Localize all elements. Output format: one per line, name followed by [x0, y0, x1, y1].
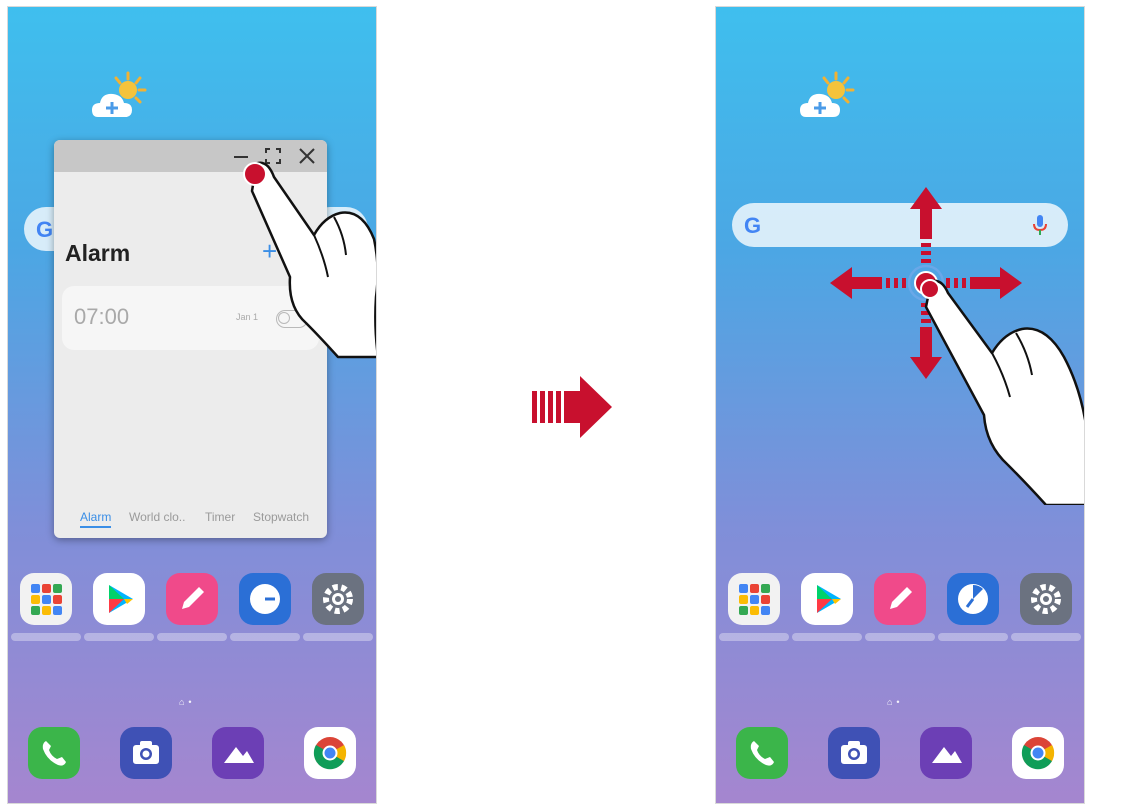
app-label-placeholder [719, 633, 789, 641]
right-arrow-icon [532, 376, 612, 438]
app-label-placeholder [1011, 633, 1081, 641]
app-label-placeholder [11, 633, 81, 641]
tab-timer[interactable]: Timer [205, 510, 235, 524]
app-label-placeholder [792, 633, 862, 641]
page-indicator: ⌂• [887, 697, 904, 707]
weather-cloud-sun-icon[interactable] [88, 69, 158, 129]
alarm-time: 07:00 [74, 304, 130, 329]
google-g-icon: G [36, 217, 54, 242]
app-label-placeholder [865, 633, 935, 641]
tab-stopwatch[interactable]: Stopwatch [253, 510, 309, 524]
weather-cloud-sun-icon[interactable] [796, 69, 866, 129]
phone-screen-after: G ⌂• [715, 6, 1085, 804]
settings-icon[interactable] [1020, 573, 1072, 625]
phone-icon[interactable] [736, 727, 788, 779]
clock-icon[interactable] [239, 573, 291, 625]
chrome-icon[interactable] [304, 727, 356, 779]
app-label-placeholder [230, 633, 300, 641]
chrome-icon[interactable] [1012, 727, 1064, 779]
app-label-placeholder [157, 633, 227, 641]
clock-icon[interactable] [947, 573, 999, 625]
settings-icon[interactable] [312, 573, 364, 625]
gallery-icon[interactable] [920, 727, 972, 779]
google-folder-icon[interactable] [728, 573, 780, 625]
popup-app-title: Alarm [65, 240, 131, 266]
play-store-icon[interactable] [801, 573, 853, 625]
tab-world-clock[interactable]: World clo.. [129, 510, 185, 524]
page-indicator: ⌂• [179, 697, 196, 707]
phone-screen-before: G Alarm + 07:00 Jan 1 Alarm World clo.. [7, 6, 377, 804]
gallery-icon[interactable] [212, 727, 264, 779]
google-folder-icon[interactable] [20, 573, 72, 625]
quickmemo-icon[interactable] [874, 573, 926, 625]
alarm-tabs: Alarm World clo.. Timer Stopwatch [54, 510, 327, 530]
camera-icon[interactable] [120, 727, 172, 779]
hand-gesture-icon [920, 279, 1084, 505]
app-label-placeholder [84, 633, 154, 641]
app-label-placeholder [938, 633, 1008, 641]
play-store-icon[interactable] [93, 573, 145, 625]
microphone-icon[interactable] [1032, 214, 1048, 236]
google-g-icon: G [744, 213, 762, 238]
app-label-placeholder [303, 633, 373, 641]
quickmemo-icon[interactable] [166, 573, 218, 625]
phone-icon[interactable] [28, 727, 80, 779]
hand-gesture-icon [243, 161, 376, 359]
camera-icon[interactable] [828, 727, 880, 779]
tab-alarm[interactable]: Alarm [80, 510, 112, 528]
